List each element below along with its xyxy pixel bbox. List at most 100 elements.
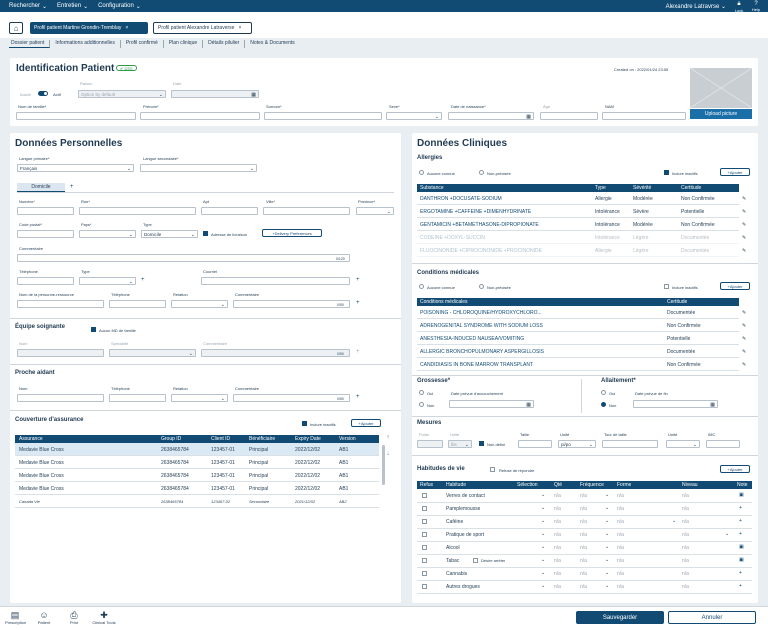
sexe-select[interactable]: ⌄ (386, 112, 442, 120)
non-defini-checkbox[interactable] (479, 441, 484, 446)
ville-input[interactable] (263, 207, 350, 215)
table-row[interactable]: Medavie Blue Cross 2638465784 123457-01 Pri… (15, 469, 379, 482)
tab-profil-confirme[interactable]: Profil confirmé (121, 40, 164, 48)
note-icon[interactable]: ▣ (739, 544, 744, 550)
menu-rechercher[interactable]: Rechercher ⌄ (9, 3, 47, 10)
table-row[interactable]: ALLERGIC BRONCHOPULMONARY ASPERGILLOSIS D… (417, 345, 739, 358)
commentaire2-input[interactable] (233, 300, 350, 308)
prenom-input[interactable] (140, 112, 260, 120)
proche-relation-select[interactable]: ⌄ (171, 394, 228, 402)
frequence-dropdown[interactable]: ⌄ (605, 557, 609, 563)
frequence-dropdown[interactable]: ⌄ (605, 531, 609, 537)
table-row[interactable]: POISONING - CHLOROQUINE/HYDROXYCHLORO...… (417, 306, 739, 319)
surnom-input[interactable] (264, 112, 382, 120)
ajouter-condition-button[interactable]: + Ajouter (720, 282, 750, 290)
selection-dropdown[interactable]: ⌄ (541, 518, 545, 524)
unite-select[interactable]: lbs ⌄ (448, 440, 472, 448)
tab-notes-documents[interactable]: Notes & Documents (245, 40, 299, 48)
tab-dossier-patient[interactable]: Dossier patient (9, 40, 51, 48)
nam-input[interactable] (602, 112, 686, 120)
add-equipe-icon[interactable]: + (356, 349, 360, 355)
proche-nom-input[interactable] (17, 394, 104, 402)
niveau-dropdown[interactable]: ⌄ (725, 531, 729, 537)
prescription-button[interactable]: ▤ Prescription (5, 610, 26, 625)
date-input[interactable]: ▦ (171, 90, 259, 98)
province-select[interactable]: ⌄ (356, 207, 394, 215)
grossesse-date-input[interactable]: ▦ (449, 400, 534, 408)
commentaire-input[interactable] (17, 254, 350, 262)
scrollbar[interactable] (382, 445, 385, 485)
inclure-inactifs-checkbox[interactable] (302, 421, 307, 426)
note-icon[interactable]: ▣ (739, 557, 744, 563)
ajouter-couverture-button[interactable]: + Ajouter (351, 419, 381, 427)
save-button[interactable]: Sauvegarder (576, 611, 664, 624)
desire-arreter-checkbox[interactable] (473, 558, 478, 563)
selection-dropdown[interactable]: ⌄ (541, 505, 545, 511)
add-contact-icon[interactable]: + (356, 300, 360, 306)
refus-checkbox[interactable] (422, 545, 427, 550)
unite3-select[interactable]: ⌄ (666, 440, 700, 448)
pays-select[interactable]: ⌄ (79, 230, 136, 238)
table-row[interactable]: DANTHRON +DOCUSATE-SODIUM Allergie Modérée… (417, 192, 739, 205)
note-icon[interactable]: ▣ (739, 492, 744, 498)
refus-checkbox[interactable] (422, 558, 427, 563)
type-select[interactable]: Domicile ⌄ (141, 230, 198, 238)
edit-icon[interactable]: ✎ (742, 349, 746, 355)
langue-primaire-select[interactable]: Français ⌄ (17, 164, 134, 172)
add-email-icon[interactable]: + (356, 277, 360, 283)
proche-commentaire-input[interactable] (233, 394, 350, 402)
upload-picture-button[interactable]: Upload picture (690, 109, 752, 119)
poids-input[interactable] (417, 440, 443, 448)
tab-details-pilulier[interactable]: Détails pilulier (203, 40, 246, 48)
cancel-button[interactable]: Annuler (668, 611, 756, 624)
selection-dropdown[interactable]: ⌄ (541, 492, 545, 498)
unite2-select[interactable]: pi/po ⌄ (558, 440, 596, 448)
edit-icon[interactable]: ✎ (742, 362, 746, 368)
numero-input[interactable] (17, 207, 74, 215)
edit-icon[interactable]: ✎ (742, 235, 746, 241)
edit-icon[interactable]: ✎ (742, 222, 746, 228)
patient-button[interactable]: ☺ Patient (34, 610, 54, 625)
personne-input[interactable] (17, 300, 104, 308)
selection-dropdown[interactable]: ⌄ (541, 544, 545, 550)
nom-input[interactable] (16, 112, 136, 120)
frequence-dropdown[interactable]: ⌄ (605, 518, 609, 524)
refus-checkbox[interactable] (422, 519, 427, 524)
edit-icon[interactable]: ✎ (742, 336, 746, 342)
help-button[interactable]: ? Help (751, 1, 761, 12)
refuse-checkbox[interactable] (490, 467, 495, 472)
edit-icon[interactable]: ✎ (742, 196, 746, 202)
menu-entretien[interactable]: Entretien ⌄ (57, 3, 88, 10)
equipe-commentaire-input[interactable] (201, 349, 350, 357)
specialite-select[interactable]: ⌄ (109, 349, 196, 357)
aucune-connue-radio[interactable] (419, 170, 424, 175)
home-button[interactable]: ⌂ (9, 22, 23, 34)
grossesse-non-radio[interactable] (419, 402, 424, 407)
code-postal-input[interactable] (17, 230, 74, 238)
tab-informations[interactable]: Informations additionnelles (50, 40, 121, 48)
print-button[interactable]: ⎙ Print (64, 610, 84, 625)
telephone-input[interactable] (17, 277, 74, 285)
clinical-tools-button[interactable]: ✚ Clinical Tools (91, 610, 117, 625)
cond-inclure-checkbox[interactable] (664, 284, 669, 289)
type2-select[interactable]: ⌄ (79, 277, 136, 285)
edit-icon[interactable]: ✎ (742, 209, 746, 215)
aucun-md-checkbox[interactable] (91, 327, 96, 332)
frequence-dropdown[interactable]: ⌄ (605, 570, 609, 576)
patient-tab-alexandre[interactable]: Profil patient Alexandre Latraverse × (153, 22, 252, 34)
actif-toggle[interactable] (38, 91, 48, 96)
table-row[interactable]: ANESTHESIA-INDUCED NAUSEA/VOMITING Potent… (417, 332, 739, 345)
selection-dropdown[interactable]: ⌄ (541, 557, 545, 563)
allergies-inclure-checkbox[interactable] (664, 170, 669, 175)
add-address-icon[interactable]: + (70, 184, 74, 190)
allaitement-date-input[interactable]: ▦ (633, 400, 718, 408)
frequence-dropdown[interactable]: ⌄ (605, 544, 609, 550)
delivery-preferences-button[interactable]: + Delivery Preferences (262, 229, 322, 237)
table-row[interactable]: Medavie Blue Cross 2638465784 123457-01 Pri… (15, 482, 379, 495)
rue-input[interactable] (79, 207, 196, 215)
add-note-icon[interactable]: + (739, 518, 742, 524)
ajouter-allergie-button[interactable]: + Ajouter (720, 168, 750, 176)
refus-checkbox[interactable] (422, 506, 427, 511)
equipe-nom-input[interactable] (17, 349, 104, 357)
table-row[interactable]: Medavie Blue Cross 2638465784 123457-01 Pri… (15, 443, 379, 456)
